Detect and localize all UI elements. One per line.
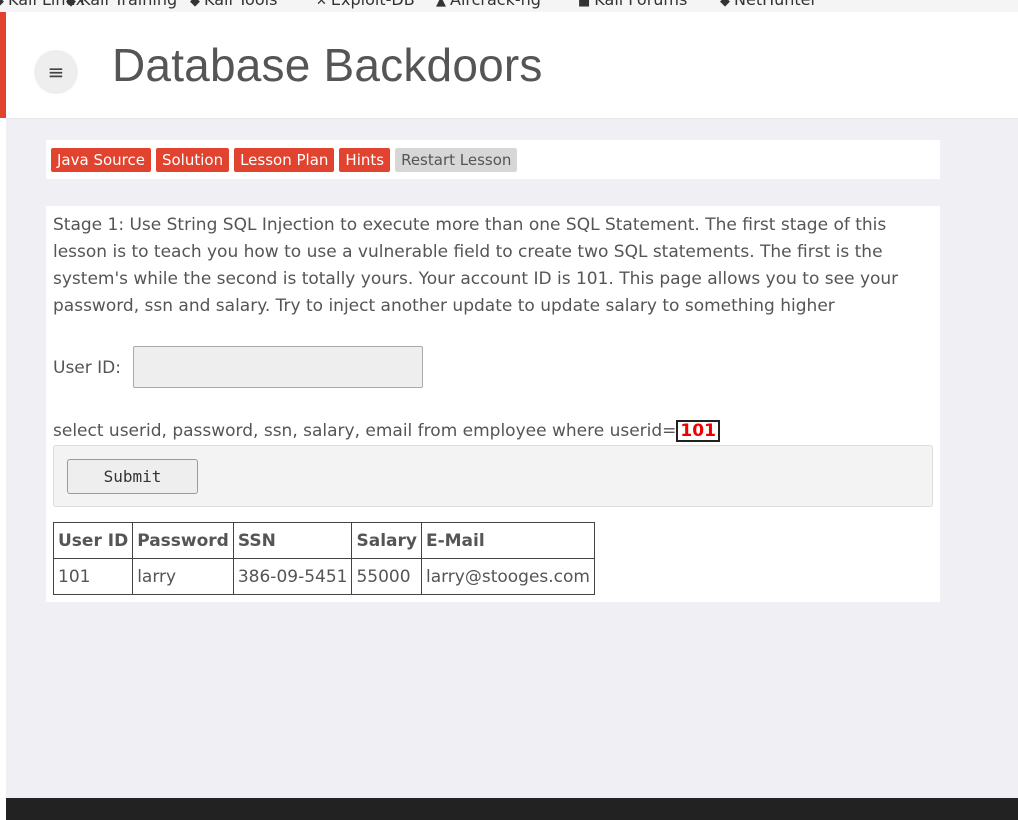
cell-salary: 55000 [351, 558, 422, 595]
cell-password: larry [132, 558, 234, 595]
userid-input[interactable] [133, 346, 423, 388]
kali-icon: ◆ [190, 0, 200, 9]
menu-toggle-button[interactable]: ≡ [34, 50, 78, 94]
page-footer [6, 798, 1018, 820]
bookmark-kali-tools[interactable]: ◆ Kali Tools [190, 0, 277, 8]
java-source-button[interactable]: Java Source [51, 148, 151, 172]
submit-button[interactable]: Submit [67, 459, 198, 494]
aircrack-icon: ▲ [436, 0, 446, 9]
page-title: Database Backdoors [112, 39, 543, 91]
table-row: 101 larry 386-09-5451 55000 larry@stooge… [52, 558, 596, 595]
column-header-password: Password [132, 522, 234, 559]
hamburger-icon: ≡ [47, 60, 65, 84]
kali-icon: ◆ [720, 0, 730, 9]
kali-icon: ◆ [0, 0, 4, 9]
bookmark-label: Exploit-DB [331, 0, 415, 9]
table-header-row: User ID Password SSN Salary E-Mail [52, 522, 596, 559]
left-sidebar-strip [0, 12, 6, 820]
userid-label: User ID: [53, 358, 121, 378]
solution-button[interactable]: Solution [155, 148, 230, 172]
column-header-ssn: SSN [232, 522, 353, 559]
column-header-userid: User ID [52, 522, 134, 559]
lesson-description: Stage 1: Use String SQL Injection to exe… [53, 215, 899, 316]
bookmark-kali-training[interactable]: ◆ Kali Training [66, 0, 177, 8]
column-header-salary: Salary [351, 522, 422, 559]
lesson-content: Stage 1: Use String SQL Injection to exe… [46, 206, 940, 602]
cell-email: larry@stooges.com [420, 558, 596, 595]
bookmark-aircrack-ng[interactable]: ▲ Aircrack-ng [436, 0, 541, 8]
exploit-db-icon: ✕ [316, 0, 327, 9]
kali-forums-icon: ■ [578, 0, 591, 9]
kali-icon: ◆ [66, 0, 76, 9]
bookmark-nethunter[interactable]: ◆ NetHunter [720, 0, 817, 8]
cell-ssn: 386-09-5451 [232, 558, 353, 595]
hints-button[interactable]: Hints [339, 148, 391, 172]
lesson-toolbar: Java Source Solution Lesson Plan Hints R… [46, 140, 940, 179]
restart-lesson-button[interactable]: Restart Lesson [395, 148, 518, 172]
submit-form: Submit [53, 445, 933, 507]
bookmark-exploit-db[interactable]: ✕ Exploit-DB [316, 0, 415, 8]
sql-query-preview: select userid, password, ssn, salary, em… [53, 420, 720, 442]
column-header-email: E-Mail [420, 522, 596, 559]
results-table: User ID Password SSN Salary E-Mail 101 l… [52, 522, 596, 595]
bookmarks-bar: ◆Kali Linux ◆Kali Training ◆Kali Tools ✕… [0, 0, 1018, 12]
lesson-plan-button[interactable]: Lesson Plan [234, 148, 335, 172]
bookmark-label: Kali Training [80, 0, 177, 9]
bookmark-label: Kali Tools [204, 0, 277, 9]
sql-query-text: select userid, password, ssn, salary, em… [53, 421, 677, 441]
page-header: ≡ Database Backdoors [6, 12, 1018, 119]
cell-userid: 101 [52, 558, 134, 595]
bookmark-label: Kali Forums [594, 0, 687, 9]
bookmark-kali-forums[interactable]: ■Kali Forums [578, 0, 687, 8]
bookmark-label: NetHunter [734, 0, 817, 9]
sql-query-userid-value: 101 [676, 420, 720, 442]
bookmark-label: Aircrack-ng [450, 0, 541, 9]
